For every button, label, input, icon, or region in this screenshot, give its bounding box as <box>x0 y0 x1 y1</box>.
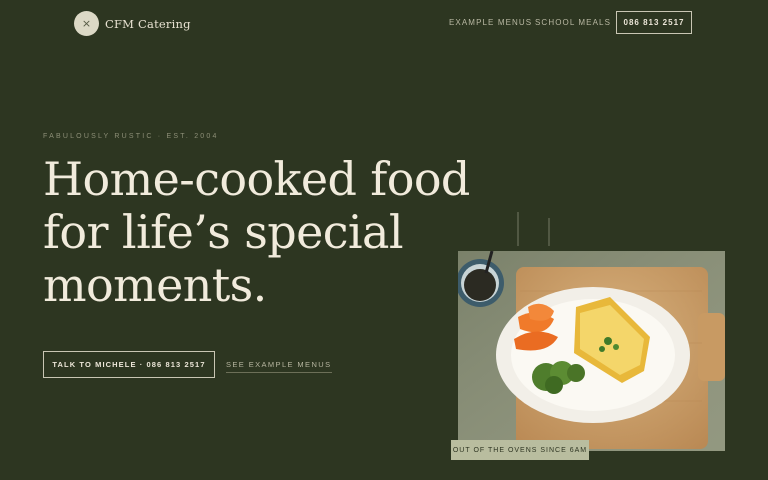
brand-name: CFM Catering <box>105 16 191 31</box>
site-header: × CFM Catering EXAMPLE MENUS SCHOOL MEAL… <box>0 0 768 48</box>
hero-headline: Home-cooked food for life’s special mome… <box>43 153 503 312</box>
logo-mark-icon: × <box>74 11 99 36</box>
nav-example-menus[interactable]: EXAMPLE MENUS <box>449 18 532 27</box>
photo-badge: OUT OF THE OVENS SINCE 6AM <box>451 440 589 460</box>
decorative-line <box>548 218 550 246</box>
headline-line-1: Home-cooked food <box>43 152 470 206</box>
phone-button[interactable]: 086 813 2517 <box>616 11 692 34</box>
see-example-menus-link[interactable]: SEE EXAMPLE MENUS <box>226 360 332 373</box>
food-illustration <box>458 251 725 451</box>
talk-to-michele-button[interactable]: TALK TO MICHELE · 086 813 2517 <box>43 351 215 378</box>
nav-school-meals[interactable]: SCHOOL MEALS <box>535 18 611 27</box>
headline-line-2: for life’s special <box>43 205 404 259</box>
brand-logo[interactable]: × CFM Catering <box>74 11 191 36</box>
decorative-line <box>517 212 519 246</box>
headline-line-3: moments. <box>43 258 267 312</box>
hero-eyebrow: FABULOUSLY RUSTIC · EST. 2004 <box>43 133 219 140</box>
food-photo <box>458 251 725 451</box>
